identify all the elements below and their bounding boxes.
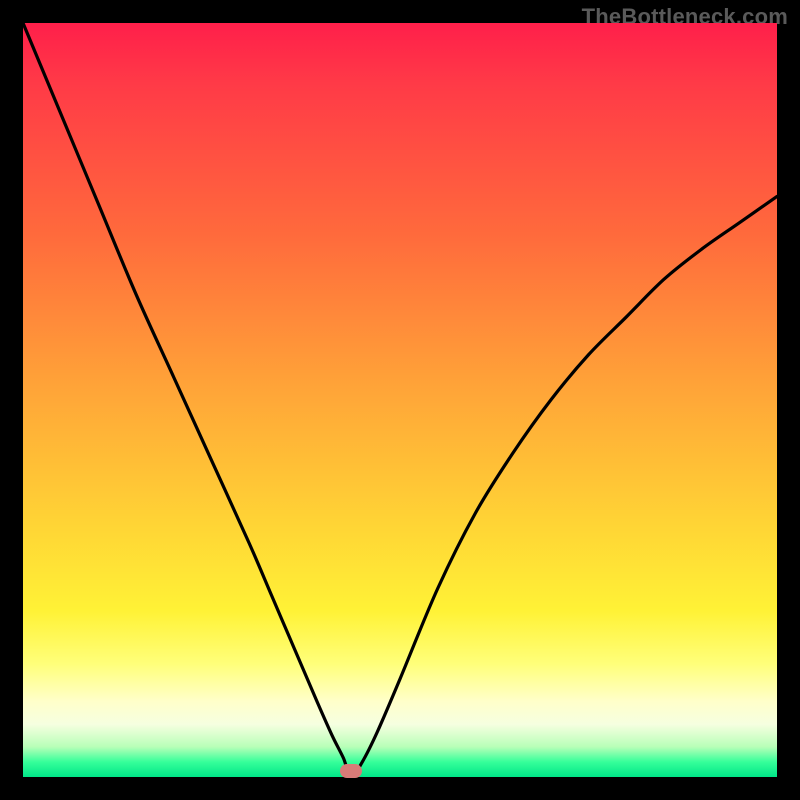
bottleneck-curve — [23, 23, 777, 777]
plot-area — [23, 23, 777, 777]
minimum-marker — [340, 764, 362, 778]
chart-frame: TheBottleneck.com — [0, 0, 800, 800]
